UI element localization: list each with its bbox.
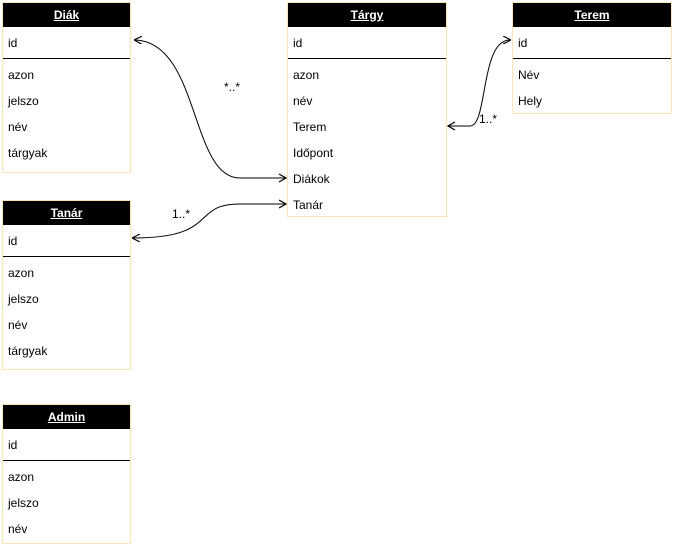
- relation-connectors: [0, 0, 674, 546]
- relation-line-diak[interactable]: [135, 40, 241, 179]
- multiplicity-label: *..*: [224, 80, 241, 94]
- multiplicity-label: 1..*: [479, 112, 498, 126]
- multiplicity-label: 1..*: [172, 207, 191, 221]
